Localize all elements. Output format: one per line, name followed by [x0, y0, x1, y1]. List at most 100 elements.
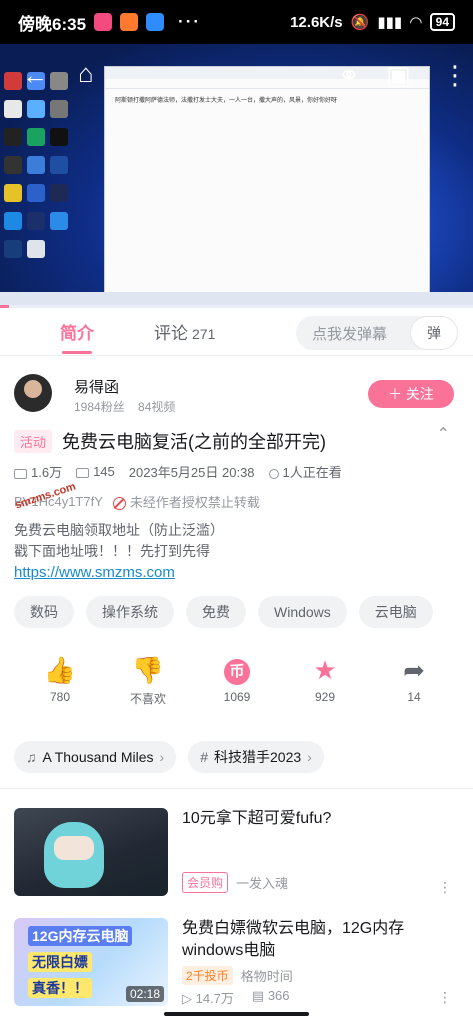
recommend-item[interactable]: 12G内存云电脑 无限白嫖 真香！！ 02:18 免费白嫖微软云电脑，12G内存… — [14, 918, 460, 1008]
notepad-text: 阿斯顿打撒阿萨德法师，法撒打发士大夫，一人一台，撒大声的，风景，你好你好呀 — [115, 98, 338, 104]
cloud-app-icon — [146, 13, 165, 31]
desc-line-2: 戳下面地址哦！！！先打到先得 — [14, 543, 210, 559]
music-chip[interactable]: ♫ A Thousand Miles › — [14, 741, 177, 773]
share-icon: ➦ — [403, 655, 425, 685]
danmaku-count: 366 — [267, 988, 290, 1003]
network-speed: 12.6K/s — [290, 13, 343, 31]
status-time: 傍晚6:35 — [18, 14, 87, 34]
mute-icon: 🔕 — [350, 14, 370, 31]
desktop-icons — [4, 72, 74, 258]
follow-button[interactable]: ＋ 关注 — [368, 380, 454, 408]
bilibili-app-icon — [94, 13, 113, 31]
battery-icon: 94 — [429, 13, 455, 31]
no-repost-text: 未经作者授权禁止转载 — [129, 495, 260, 510]
danmaku-stat: ▤ 366 — [251, 988, 290, 1003]
tag-item[interactable]: Windows — [258, 596, 347, 628]
more-vertical-icon[interactable]: ⋮ — [438, 879, 452, 896]
viewer-icon — [268, 468, 279, 479]
home-icon[interactable]: ⌂ — [78, 60, 94, 86]
chevron-right-icon: › — [159, 749, 165, 765]
tag-item[interactable]: 操作系统 — [86, 596, 174, 628]
author-row: 易得函 1984粉丝 84视频 ＋ 关注 — [14, 374, 460, 418]
thumb-caption-1: 12G内存云电脑 — [28, 926, 133, 946]
event-hashtag-icon: # — [200, 749, 208, 765]
recommend-uploader: 格物时间 — [240, 969, 293, 984]
danmaku-stat: 145 — [76, 464, 115, 479]
wifi-icon: ◠ — [410, 14, 422, 31]
dislike-button[interactable]: 👎 不喜欢 — [118, 654, 178, 707]
event-chip[interactable]: # 科技猎手2023 › — [188, 741, 324, 773]
tab-comments[interactable]: 评论 271 — [154, 319, 215, 344]
tag-list: 数码 操作系统 免费 Windows 云电脑 — [14, 596, 460, 628]
video-description: 免费云电脑领取地址（防止泛滥） 戳下面地址哦！！！先打到先得 https://w… — [14, 520, 460, 583]
divider — [0, 788, 473, 789]
author-name[interactable]: 易得函 — [74, 376, 119, 397]
home-indicator[interactable] — [164, 1012, 309, 1016]
tab-comments-count: 271 — [192, 326, 216, 342]
author-fans: 1984粉丝 — [74, 400, 125, 414]
status-more: ··· — [178, 12, 202, 31]
activity-badge[interactable]: 活动 — [14, 429, 53, 453]
danmu-input[interactable]: 点我发弹幕 弹 — [296, 316, 458, 350]
forbidden-icon — [112, 497, 126, 511]
tab-intro[interactable]: 简介 — [60, 319, 94, 354]
desc-link[interactable]: https://www.smzms.com — [14, 562, 460, 583]
views-stat: ▷ 14.7万 — [182, 991, 234, 1006]
recommend-item[interactable]: 10元拿下超可爱fufu? 会员购 一发入魂 ⋮ — [14, 808, 460, 898]
action-bar: 👍 780 👎 不喜欢 币 1069 ★ 929 ➦ 14 — [14, 654, 460, 714]
tab-comments-label: 评论 — [154, 324, 188, 343]
title-row: 活动 免费云电脑复活(之前的全部开完) ⌃ — [14, 426, 460, 454]
like-button[interactable]: 👍 780 — [30, 654, 90, 704]
danmu-placeholder: 点我发弹幕 — [312, 325, 388, 343]
coin-count: 1069 — [223, 690, 251, 704]
recommend-title: 免费白嫖微软云电脑，12G内存windows电脑 — [182, 920, 405, 959]
recommend-thumbnail — [14, 808, 168, 896]
notepad-titlebar — [105, 67, 429, 79]
event-title: 科技猎手2023 — [214, 749, 302, 765]
thumbs-up-icon: 👍 — [43, 655, 77, 685]
favorite-count: 929 — [314, 690, 336, 704]
recommend-stats: ▷ 14.7万 ▤ 366 — [182, 988, 290, 1007]
notepad-menu — [105, 79, 429, 89]
music-title: A Thousand Miles — [42, 749, 154, 765]
recommend-title: 10元拿下超可爱fufu? — [182, 810, 332, 827]
notepad-window: 阿斯顿打撒阿萨德法师，法撒打发士大夫，一人一台，撒大声的，风景，你好你好呀 — [104, 66, 430, 308]
chevron-up-icon[interactable]: ⌃ — [437, 424, 450, 444]
tv-cast-icon[interactable]: ▣ — [386, 62, 411, 88]
recommend-badge: 2千投币 — [182, 966, 233, 985]
danmaku-count: 145 — [93, 464, 115, 479]
tag-item[interactable]: 免费 — [186, 596, 246, 628]
back-icon[interactable]: ← — [22, 62, 48, 88]
thumb-caption-2: 无限白嫖 — [28, 952, 92, 972]
detail-tabs: 简介 评论 271 点我发弹幕 弹 — [0, 308, 473, 356]
status-bar: 傍晚6:35 ··· 12.6K/s 🔕 ▮▮▮ ◠ 94 — [0, 0, 473, 44]
more-vertical-icon[interactable]: ⋮ — [438, 989, 452, 1006]
like-count: 780 — [49, 690, 71, 704]
coin-button[interactable]: 币 1069 — [207, 654, 267, 704]
danmu-toggle-icon[interactable]: 弹 — [410, 316, 458, 350]
more-icon[interactable]: ⋮ — [442, 62, 468, 88]
author-videos: 84视频 — [138, 400, 176, 414]
shopping-app-icon — [120, 13, 139, 31]
bvid-row: BV1Hc4y1T7fY smzms.com 未经作者授权禁止转载 — [14, 481, 460, 512]
views-count: 1.6万 — [31, 465, 63, 480]
extra-chips: ♫ A Thousand Miles › # 科技猎手2023 › — [14, 741, 460, 773]
video-player[interactable]: 阿斯顿打撒阿萨德法师，法撒打发士大夫，一人一台，撒大声的，风景，你好你好呀 ← … — [0, 44, 473, 308]
share-button[interactable]: ➦ 14 — [384, 654, 444, 704]
recommend-meta: 会员购 一发入魂 — [182, 872, 288, 893]
recommend-meta: 2千投币 格物时间 — [182, 966, 293, 985]
headphones-icon[interactable]: ⚭ — [338, 62, 360, 88]
author-stats: 1984粉丝 84视频 — [74, 398, 175, 415]
danmaku-icon — [76, 467, 90, 478]
avatar[interactable] — [14, 374, 52, 412]
signal-icon: ▮▮▮ — [377, 14, 403, 31]
thumbs-down-icon: 👎 — [131, 655, 165, 685]
tag-item[interactable]: 云电脑 — [358, 596, 433, 628]
favorite-button[interactable]: ★ 929 — [295, 654, 355, 704]
thumb-caption-3: 真香！！ — [28, 978, 92, 998]
recommend-badge: 会员购 — [182, 872, 229, 893]
recommend-uploader: 一发入魂 — [236, 876, 289, 891]
views-count: 14.7万 — [195, 991, 234, 1006]
tag-item[interactable]: 数码 — [14, 596, 74, 628]
music-note-icon: ♫ — [26, 749, 37, 765]
